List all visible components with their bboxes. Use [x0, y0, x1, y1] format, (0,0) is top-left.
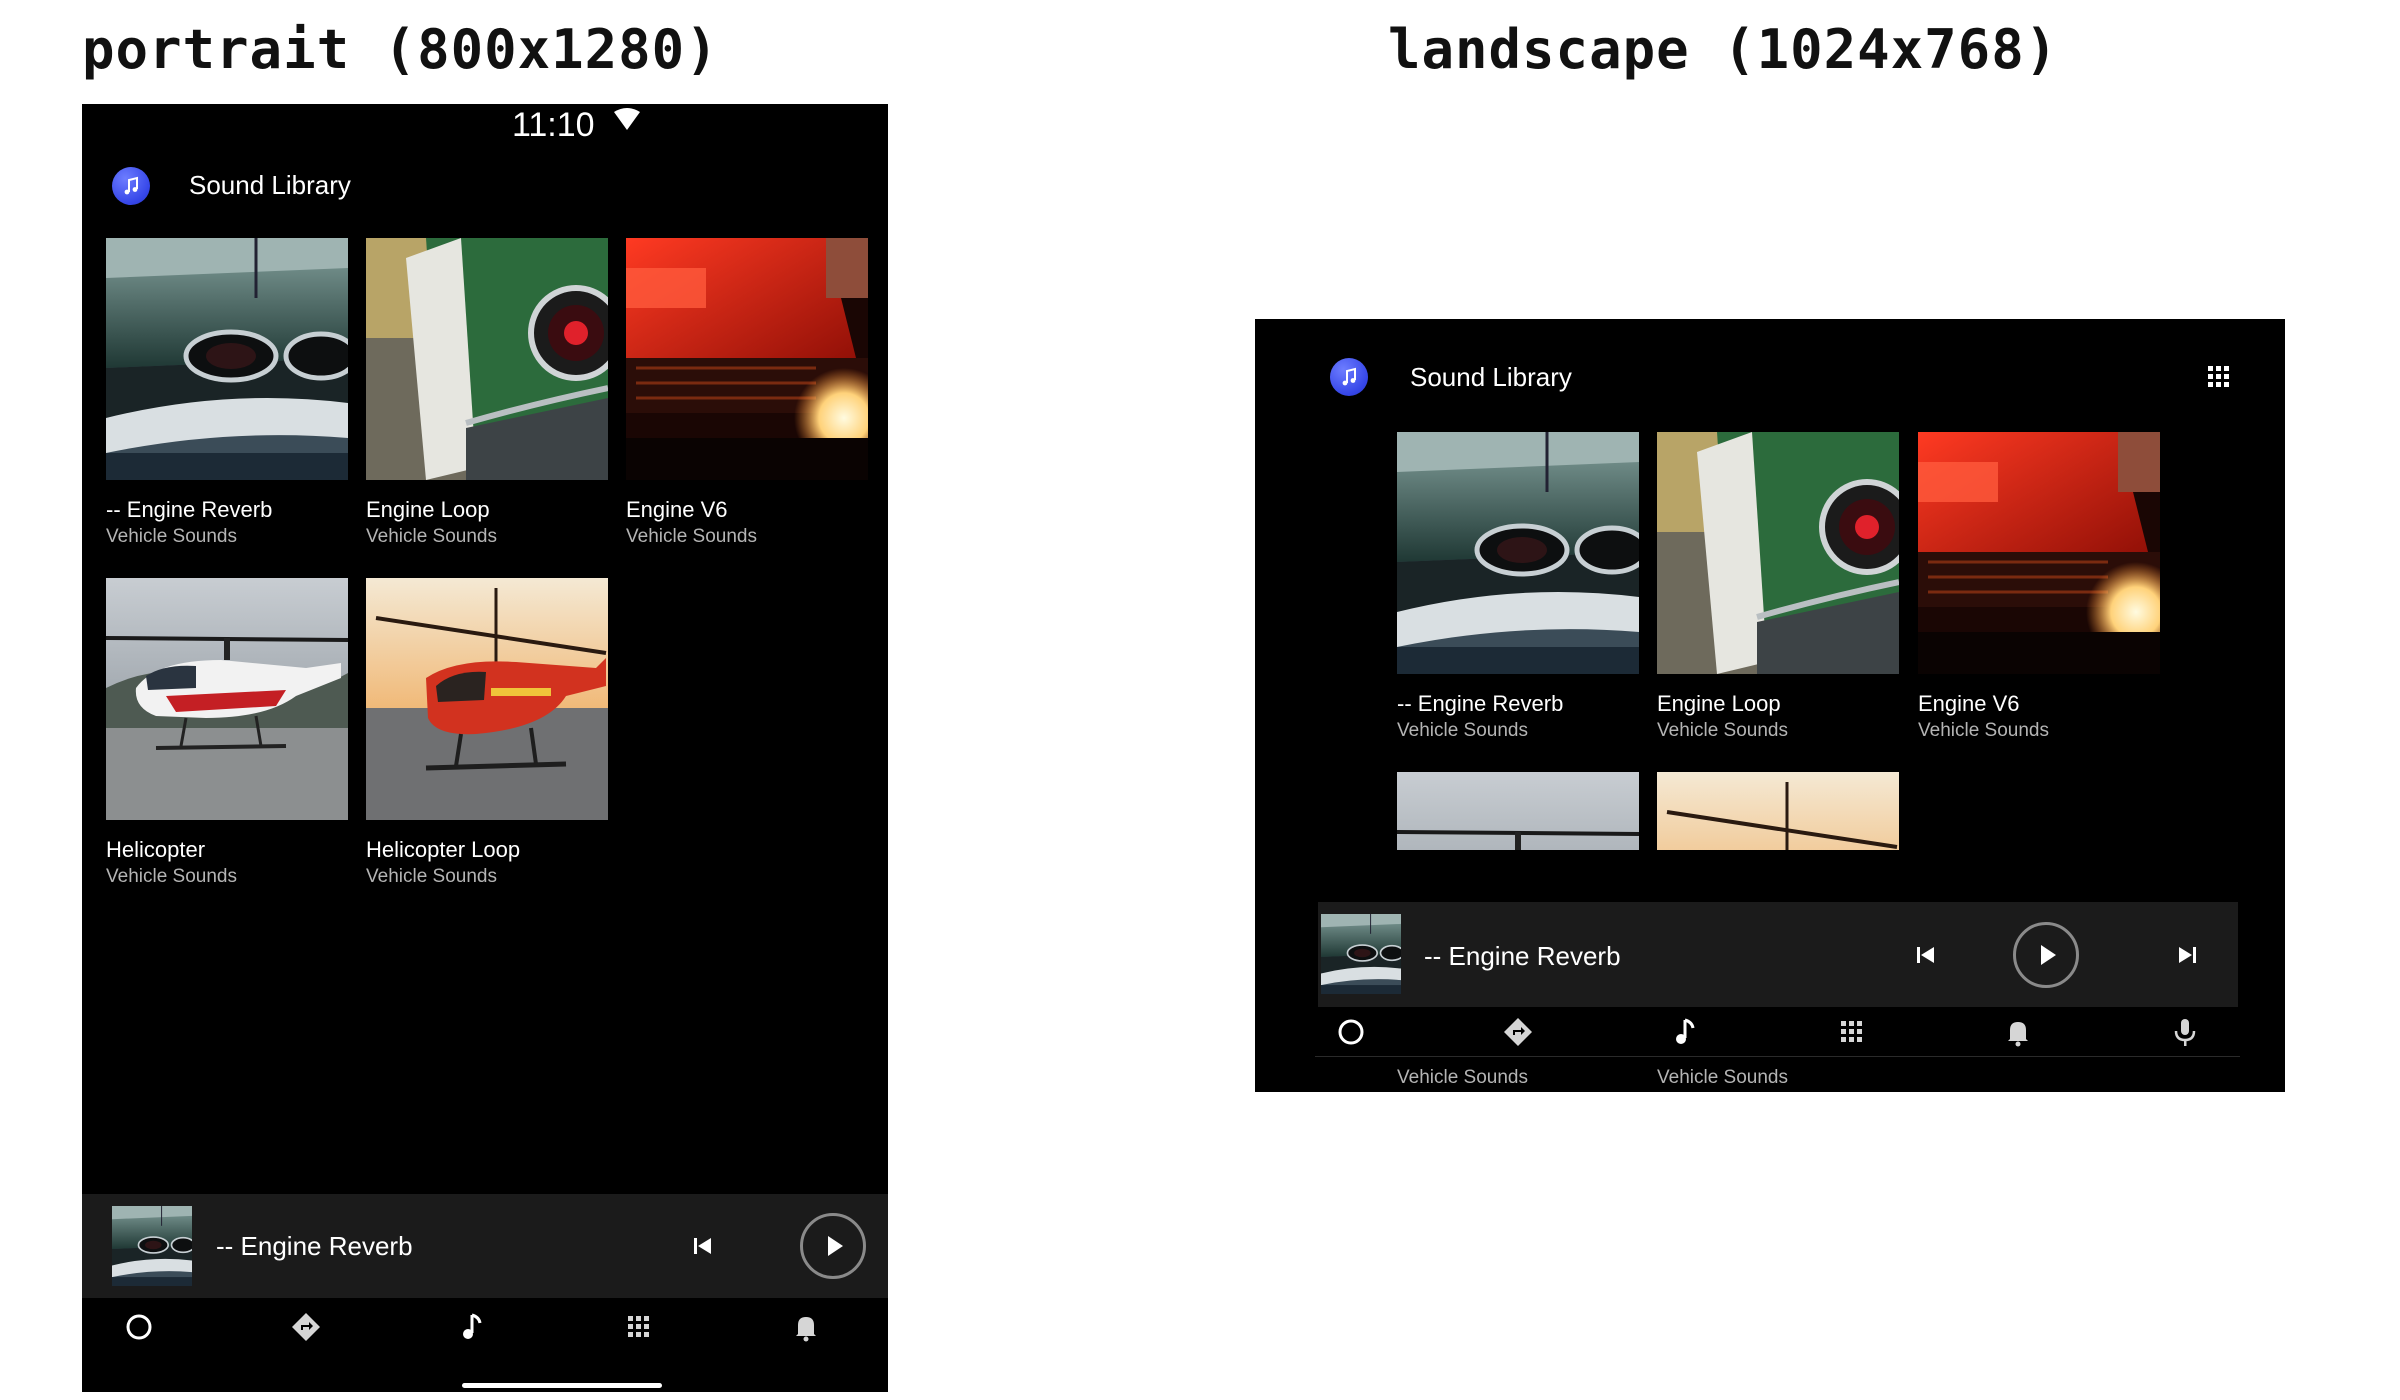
app-title: Sound Library	[1410, 362, 1572, 392]
navigation-icon[interactable]	[289, 1310, 323, 1344]
notifications-bell-icon[interactable]	[2001, 1015, 2035, 1049]
music-note-icon[interactable]	[1668, 1015, 1702, 1049]
tile-title: -- Engine Reverb	[106, 497, 273, 522]
status-time: 11:10	[512, 106, 595, 144]
now-playing-thumbnail	[1321, 914, 1401, 994]
tile-subtitle: Vehicle Sounds	[1657, 720, 1788, 741]
tile-title: Helicopter Loop	[366, 837, 521, 862]
now-playing-title: -- Engine Reverb	[216, 1231, 413, 1261]
skip-next-icon[interactable]	[2168, 935, 2208, 975]
tile-subtitle: Vehicle Sounds	[626, 526, 757, 547]
nav-divider	[1315, 1056, 2240, 1057]
tile-subtitle: Vehicle Sounds	[366, 526, 497, 547]
tile-helicopter[interactable]: Helicopter Vehicle Sounds	[106, 578, 348, 898]
tile-helicopter-loop[interactable]	[1657, 772, 1899, 850]
tile-subtitle: Vehicle Sounds	[106, 866, 237, 887]
tile-thumbnail	[106, 578, 348, 820]
tile-subtitle: Vehicle Sounds	[106, 526, 237, 547]
home-indicator[interactable]	[462, 1383, 662, 1388]
app-title: Sound Library	[189, 170, 351, 200]
portrait-heading: portrait (800x1280)	[82, 18, 719, 81]
tile-thumbnail	[1918, 432, 2160, 674]
play-button[interactable]	[2013, 922, 2079, 988]
music-note-icon[interactable]	[455, 1310, 489, 1344]
landscape-screen: Sound Library -- Engine Reverb Vehicle S…	[1255, 319, 2285, 1092]
landscape-heading: landscape (1024x768)	[1388, 18, 2059, 81]
app-icon	[1330, 358, 1368, 396]
tile-engine-v6[interactable]: Engine V6 Vehicle Sounds	[1918, 432, 2160, 752]
portrait-screen: 11:10 Sound Library -- Engine Reverb Veh…	[82, 104, 888, 1392]
tile-thumbnail	[106, 238, 348, 480]
home-circle-icon[interactable]	[1334, 1015, 1368, 1049]
microphone-icon[interactable]	[2168, 1015, 2202, 1049]
tile-engine-v6[interactable]: Engine V6 Vehicle Sounds	[626, 238, 868, 558]
tile-subtitle: Vehicle Sounds	[1397, 720, 1528, 741]
tile-thumbnail	[366, 578, 608, 820]
apps-grid-icon[interactable]	[622, 1310, 656, 1344]
app-icon	[112, 167, 150, 205]
now-playing-bar[interactable]: -- Engine Reverb	[1318, 902, 2238, 1007]
tile-title: -- Engine Reverb	[1397, 691, 1564, 716]
tile-title: Engine V6	[626, 497, 728, 522]
tile-subtitle: Vehicle Sounds	[1918, 720, 2049, 741]
tile-thumbnail	[1657, 432, 1899, 674]
tile-thumbnail	[1397, 432, 1639, 674]
notifications-bell-icon[interactable]	[789, 1310, 823, 1344]
now-playing-bar[interactable]: -- Engine Reverb	[82, 1194, 888, 1298]
tile-engine-reverb[interactable]: -- Engine Reverb Vehicle Sounds	[1397, 432, 1639, 752]
now-playing-title: -- Engine Reverb	[1424, 941, 1621, 971]
tile-title: Helicopter	[106, 837, 206, 862]
home-circle-icon[interactable]	[122, 1310, 156, 1344]
now-playing-thumbnail	[112, 1206, 192, 1286]
tile-engine-reverb[interactable]: -- Engine Reverb Vehicle Sounds	[106, 238, 348, 558]
music-note-icon	[123, 177, 139, 196]
tile-title: Engine Loop	[1657, 691, 1781, 716]
tile-subtitle: Vehicle Sounds	[1657, 1067, 1788, 1088]
tile-helicopter-loop[interactable]: Helicopter Loop Vehicle Sounds	[366, 578, 608, 898]
wifi-icon	[614, 108, 640, 130]
music-note-icon	[1341, 368, 1357, 387]
apps-grid-icon[interactable]	[1835, 1015, 1869, 1049]
skip-previous-icon[interactable]	[1905, 935, 1945, 975]
play-icon	[2041, 945, 2056, 965]
play-button[interactable]	[800, 1213, 866, 1279]
tile-title: Engine Loop	[366, 497, 490, 522]
tile-subtitle: Vehicle Sounds	[366, 866, 497, 887]
tile-engine-loop[interactable]: Engine Loop Vehicle Sounds	[366, 238, 608, 558]
navigation-icon[interactable]	[1501, 1015, 1535, 1049]
skip-previous-icon[interactable]	[682, 1226, 722, 1266]
tile-thumbnail	[1657, 772, 1899, 850]
tile-thumbnail	[626, 238, 868, 480]
play-icon	[828, 1236, 843, 1256]
tile-subtitle: Vehicle Sounds	[1397, 1067, 1528, 1088]
tile-thumbnail	[366, 238, 608, 480]
tile-helicopter[interactable]	[1397, 772, 1639, 850]
tile-thumbnail	[1397, 772, 1639, 850]
tile-engine-loop[interactable]: Engine Loop Vehicle Sounds	[1657, 432, 1899, 752]
apps-grid-icon[interactable]	[2202, 360, 2236, 394]
tile-title: Engine V6	[1918, 691, 2020, 716]
